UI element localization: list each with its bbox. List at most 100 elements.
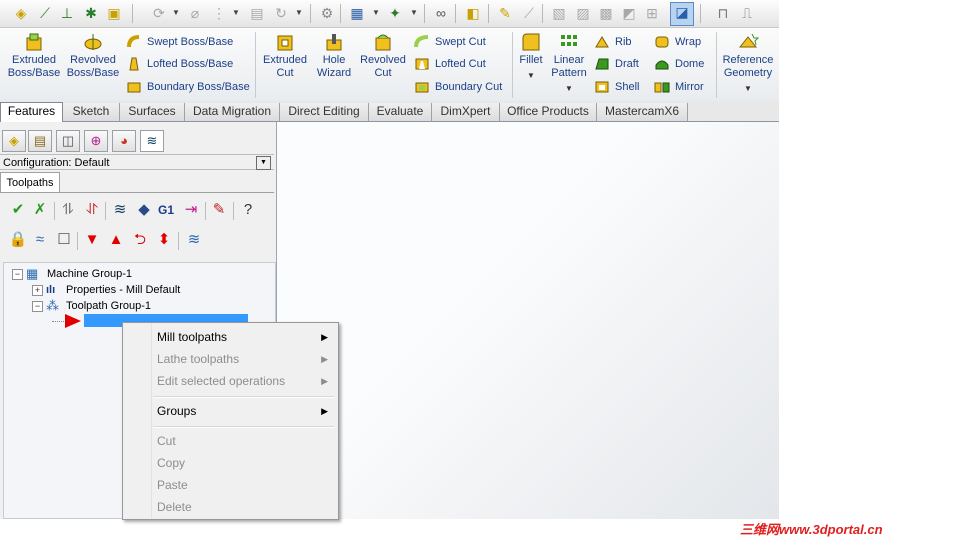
grid-view-icon[interactable]: ▦ [348, 4, 366, 22]
sparkle-icon[interactable]: ✦ [386, 4, 404, 22]
insert-after-icon[interactable]: ⮌ [130, 230, 150, 250]
attach-icon[interactable]: ⌀ [186, 4, 204, 22]
rotate-icon[interactable]: ↻ [272, 4, 290, 22]
fillet-button[interactable]: Fillet ▼ [516, 32, 546, 82]
feature-tree-icon[interactable]: ◈ [2, 130, 26, 152]
menu-item-delete[interactable]: Delete [157, 496, 192, 518]
tab-dimxpert[interactable]: DimXpert [432, 103, 500, 121]
collapse-icon[interactable]: − [32, 301, 43, 312]
property-manager-icon[interactable]: ▤ [28, 130, 52, 152]
tool-icon[interactable]: ✎ [496, 4, 514, 22]
menu-item-lathe-toolpaths[interactable]: Lathe toolpaths [157, 348, 327, 370]
active-mode-icon[interactable]: ◪ [670, 2, 694, 26]
only-show-selected-icon[interactable]: ≋ [184, 230, 204, 250]
toolpaths-tab[interactable]: Toolpaths [0, 172, 60, 193]
view-d-icon[interactable]: ◩ [620, 4, 638, 22]
line-icon[interactable]: ⟋ [36, 4, 54, 22]
view-b-icon[interactable]: ▨ [574, 4, 592, 22]
settings-gear-icon[interactable]: ⚙ [318, 4, 336, 22]
configuration-manager-icon[interactable]: ◫ [56, 130, 80, 152]
boundary-boss-button[interactable]: Boundary Boss/Base [126, 77, 250, 97]
expand-collapse-icon[interactable]: ⬍ [154, 230, 174, 250]
chevron-down-icon[interactable]: ▼ [256, 156, 271, 170]
chevron-down-icon[interactable]: ▼ [410, 8, 418, 17]
help-icon[interactable]: ? [238, 200, 258, 220]
move-up-icon[interactable]: ▲ [106, 230, 126, 250]
cube-icon[interactable]: ◧ [464, 4, 482, 22]
rib-button[interactable]: Rib [594, 32, 632, 52]
mastercam-manager-icon[interactable]: ≋ [140, 130, 164, 152]
mirror-button[interactable]: Mirror [654, 77, 704, 97]
menu-item-edit-selected[interactable]: Edit selected operations [157, 370, 327, 392]
tab-mastercamx6[interactable]: MastercamX6 [597, 103, 688, 121]
tab-office-products[interactable]: Office Products [500, 103, 597, 121]
high-speed-icon[interactable]: ⇥ [181, 200, 201, 220]
pulse-icon[interactable]: ⎍ [738, 4, 756, 22]
axis-icon[interactable]: ⊥ [58, 4, 76, 22]
tab-sketch[interactable]: Sketch [63, 103, 120, 121]
boundary-cut-button[interactable]: Boundary Cut [414, 77, 502, 97]
chevron-down-icon[interactable]: ▼ [548, 82, 590, 95]
smart-dimension-icon[interactable]: ◈ [12, 4, 30, 22]
trim-icon[interactable]: ⋮ [210, 4, 228, 22]
collapse-icon[interactable]: − [12, 269, 23, 280]
draft-button[interactable]: Draft [594, 54, 639, 74]
menu-item-cut[interactable]: Cut [157, 430, 176, 452]
backplot-icon[interactable]: ≋ [110, 200, 130, 220]
select-all-icon[interactable]: ✔ [8, 200, 28, 220]
delete-all-icon[interactable]: ✎ [209, 200, 229, 220]
regenerate-icon[interactable]: ⥮ [58, 200, 78, 220]
dome-button[interactable]: Dome [654, 54, 704, 74]
toggle-display-icon[interactable]: ≈ [30, 230, 50, 250]
move-down-icon[interactable]: ▼ [82, 230, 102, 250]
lock-icon[interactable]: 🔒 [8, 230, 28, 250]
spline-icon[interactable]: ⟳ [150, 4, 168, 22]
menu-item-mill-toolpaths[interactable]: Mill toolpaths [157, 326, 327, 348]
tab-evaluate[interactable]: Evaluate [369, 103, 432, 121]
select-dirty-icon[interactable]: ✗ [30, 200, 50, 220]
view-c-icon[interactable]: ▩ [597, 4, 615, 22]
reference-geometry-button[interactable]: Reference Geometry ▼ [720, 32, 776, 95]
graphics-area[interactable] [277, 122, 779, 519]
chevron-down-icon[interactable]: ▼ [516, 69, 546, 82]
tab-direct-editing[interactable]: Direct Editing [280, 103, 369, 121]
display-manager-icon[interactable]: ◕ [112, 130, 136, 152]
revolved-cut-button[interactable]: Revolved Cut [358, 32, 408, 80]
regenerate-dirty-icon[interactable]: ⥯ [82, 200, 102, 220]
dimxpert-manager-icon[interactable]: ⊕ [84, 130, 108, 152]
chevron-down-icon[interactable]: ▼ [232, 8, 240, 17]
ghost-icon[interactable]: ☐ [54, 230, 74, 250]
extruded-cut-button[interactable]: Extruded Cut [260, 32, 310, 80]
lofted-cut-button[interactable]: Lofted Cut [414, 54, 486, 74]
extruded-boss-button[interactable]: Extruded Boss/Base [6, 32, 62, 80]
shell-button[interactable]: Shell [594, 77, 639, 97]
revolved-boss-button[interactable]: Revolved Boss/Base [64, 32, 122, 80]
tab-features[interactable]: Features [0, 102, 63, 123]
brush-icon[interactable]: ⟋ [520, 4, 538, 22]
view-e-icon[interactable]: ⊞ [643, 4, 661, 22]
glasses-icon[interactable]: ∞ [432, 4, 450, 22]
view-a-icon[interactable]: ▧ [550, 4, 568, 22]
chevron-down-icon[interactable]: ▼ [172, 8, 180, 17]
lofted-boss-button[interactable]: Lofted Boss/Base [126, 54, 233, 74]
menu-item-paste[interactable]: Paste [157, 474, 188, 496]
post-g1-icon[interactable]: G1 [156, 200, 176, 220]
menu-item-copy[interactable]: Copy [157, 452, 185, 474]
swept-boss-button[interactable]: Swept Boss/Base [126, 32, 233, 52]
swept-cut-button[interactable]: Swept Cut [414, 32, 486, 52]
point-icon[interactable]: ✱ [82, 4, 100, 22]
menu-item-groups[interactable]: Groups [157, 400, 327, 422]
tab-surfaces[interactable]: Surfaces [120, 103, 185, 121]
hole-wizard-button[interactable]: Hole Wizard [312, 32, 356, 80]
expand-icon[interactable]: + [32, 285, 43, 296]
chevron-down-icon[interactable]: ▼ [720, 82, 776, 95]
tab-data-migration[interactable]: Data Migration [185, 103, 280, 121]
linear-pattern-button[interactable]: Linear Pattern ▼ [548, 32, 590, 95]
sketch-block-icon[interactable]: ▣ [105, 4, 123, 22]
chevron-down-icon[interactable]: ▼ [295, 8, 303, 17]
wrap-button[interactable]: Wrap [654, 32, 701, 52]
step-icon[interactable]: ⊓ [714, 4, 732, 22]
chevron-down-icon[interactable]: ▼ [372, 8, 380, 17]
plane-icon[interactable]: ▤ [248, 4, 266, 22]
verify-icon[interactable]: ◆ [134, 200, 154, 220]
